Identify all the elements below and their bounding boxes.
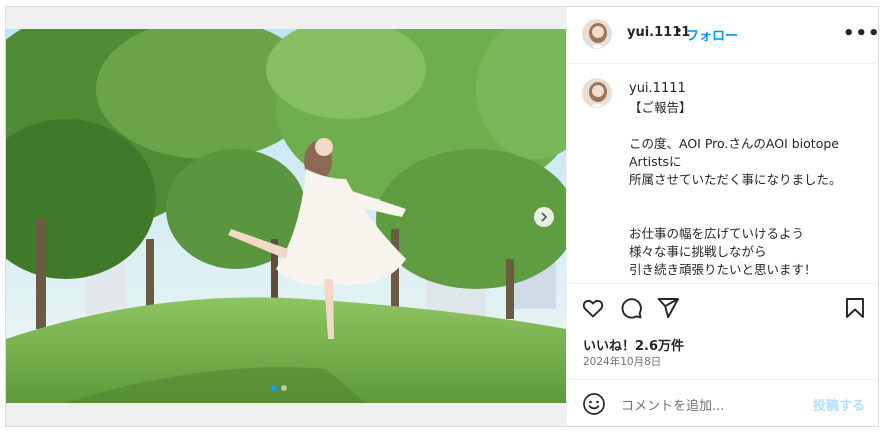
follow-button[interactable]: フォロー bbox=[686, 25, 738, 44]
post-comment-button[interactable]: 投稿する bbox=[813, 395, 865, 414]
post-photo bbox=[6, 29, 566, 403]
avatar-image bbox=[583, 79, 611, 107]
post-header: yui.1111 • フォロー ••• bbox=[567, 7, 881, 64]
caption-avatar[interactable] bbox=[582, 78, 612, 108]
post-media[interactable] bbox=[6, 7, 566, 426]
avatar[interactable] bbox=[582, 19, 612, 49]
separator-dot: • bbox=[675, 24, 683, 39]
comment-bubble-icon[interactable] bbox=[619, 296, 643, 320]
post-date[interactable]: 2024年10月8日 bbox=[583, 354, 661, 369]
carousel-indicator bbox=[271, 385, 287, 391]
action-bar: いいね！2.6万件 2024年10月8日 bbox=[567, 283, 879, 380]
caption-section: yui.1111 【ご報告】 この度、AOI Pro.さんのAOI biotop… bbox=[567, 64, 879, 282]
post-sidebar: yui.1111 • フォロー ••• yui.1111 【ご報告】 この度、A… bbox=[566, 7, 881, 427]
carousel-next-button[interactable] bbox=[534, 207, 554, 227]
caption-text: 【ご報告】 この度、AOI Pro.さんのAOI biotope Artists… bbox=[629, 100, 842, 277]
heart-icon[interactable] bbox=[581, 296, 605, 320]
caption-username[interactable]: yui.1111 bbox=[629, 81, 686, 96]
smiley-icon[interactable] bbox=[582, 392, 606, 416]
paper-plane-icon[interactable] bbox=[656, 296, 680, 320]
bookmark-icon[interactable] bbox=[843, 296, 867, 320]
comment-form: コメントを追加... 投稿する bbox=[567, 379, 879, 427]
more-options-button[interactable]: ••• bbox=[843, 23, 881, 44]
post-card: yui.1111 • フォロー ••• yui.1111 【ご報告】 この度、A… bbox=[5, 6, 881, 427]
carousel-dot-active bbox=[271, 385, 277, 391]
likes-count[interactable]: いいね！2.6万件 bbox=[583, 335, 684, 354]
avatar-image bbox=[583, 20, 611, 48]
chevron-right-icon bbox=[541, 212, 548, 222]
comment-input[interactable]: コメントを追加... bbox=[621, 395, 724, 414]
carousel-dot bbox=[281, 385, 287, 391]
